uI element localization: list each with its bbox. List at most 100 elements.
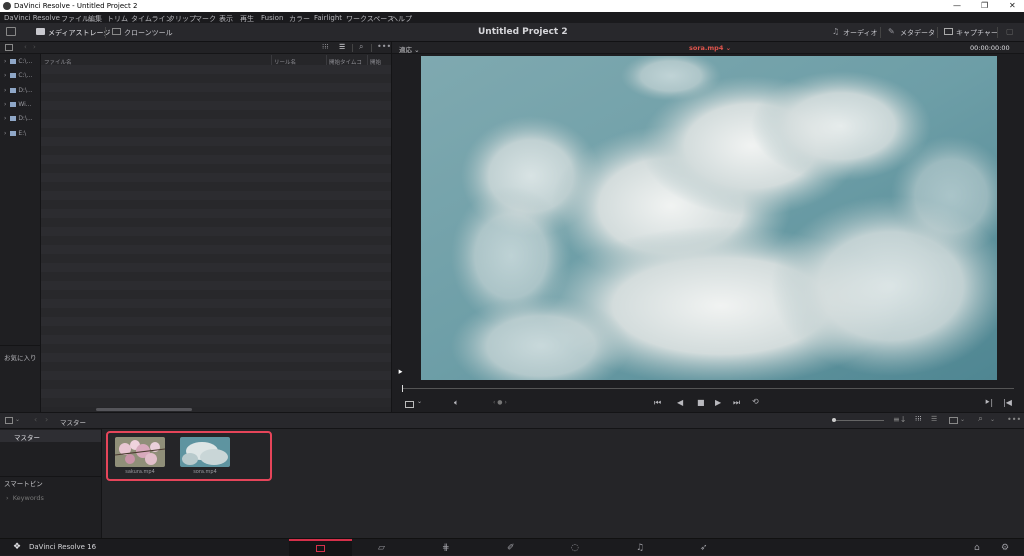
metadata-button[interactable]: メタデータ xyxy=(900,28,935,38)
forward-icon[interactable]: › xyxy=(33,43,36,51)
volume-icon[interactable]: 🔈︎ xyxy=(454,398,459,408)
table-row xyxy=(41,200,391,209)
clip-thumbnail-sakura[interactable]: sakura.mp4 xyxy=(114,437,166,475)
table-row xyxy=(41,398,391,407)
page-media-tab[interactable] xyxy=(289,539,352,556)
smart-bins-label: スマートビン xyxy=(4,480,43,488)
color-page-icon[interactable]: ◌ xyxy=(571,543,579,553)
loop-icon[interactable]: ⟲ xyxy=(752,397,759,406)
table-row xyxy=(41,146,391,155)
chevron-down-icon[interactable]: ⌄ xyxy=(15,416,20,423)
horizontal-scrollbar[interactable] xyxy=(96,408,192,411)
metadata-view-icon[interactable] xyxy=(949,417,958,424)
bin-item-master[interactable]: マスター xyxy=(0,430,101,442)
drive-item[interactable]: › D:\... xyxy=(4,87,33,94)
project-title: Untitled Project 2 xyxy=(478,27,568,37)
back-icon[interactable]: ‹ xyxy=(34,415,37,424)
slider-knob[interactable] xyxy=(832,418,836,422)
chevron-down-icon[interactable]: ⌄ xyxy=(990,416,995,423)
jump-start-icon[interactable]: ⏮︎ xyxy=(654,398,661,408)
audio-icon: ♫ xyxy=(832,27,840,36)
more-options-icon[interactable]: ••• xyxy=(377,42,391,51)
play-icon[interactable]: ▶︎ xyxy=(715,398,721,407)
table-row xyxy=(41,236,391,245)
clip-name-dropdown[interactable]: sora.mp4 ⌄ xyxy=(689,44,731,52)
clone-tool-button[interactable]: クローンツール xyxy=(124,28,173,38)
back-icon[interactable]: ‹ xyxy=(24,43,27,51)
thumbnail-view-icon[interactable]: ⁝⁝⁝ xyxy=(915,415,922,423)
capture-icon xyxy=(944,28,953,35)
chevron-down-icon[interactable]: ⌄ xyxy=(417,398,422,405)
menu-davinci[interactable]: DaVinci Resolve xyxy=(4,14,60,22)
mark-out-icon[interactable]: |◀︎ xyxy=(1003,398,1012,407)
viewer-options-icon[interactable] xyxy=(405,401,414,408)
bin-item-keywords[interactable]: › Keywords xyxy=(6,494,44,502)
table-row xyxy=(41,263,391,272)
table-row xyxy=(41,245,391,254)
media-storage-button[interactable]: メディアストレージ xyxy=(48,28,110,38)
list-view-icon[interactable]: ☰ xyxy=(339,43,345,51)
drive-item[interactable]: › C:\... xyxy=(4,58,32,65)
menu-fusion[interactable]: Fusion xyxy=(261,14,283,22)
fairlight-page-icon[interactable]: ♫ xyxy=(636,543,644,553)
davinci-logo-icon xyxy=(3,2,11,10)
bin-list-toggle-icon[interactable] xyxy=(5,417,13,424)
maximize-button[interactable]: ❐ xyxy=(981,1,988,10)
close-button[interactable]: ✕ xyxy=(1009,1,1016,10)
mark-in-icon[interactable]: ⯈| xyxy=(984,398,993,408)
table-row xyxy=(41,83,391,92)
bin-path: マスター xyxy=(60,419,86,427)
drive-item[interactable]: › C:\... xyxy=(4,72,32,79)
capture-button[interactable]: キャプチャー xyxy=(956,28,998,38)
scrubber-track[interactable] xyxy=(402,388,1014,389)
thumbnail-size-slider[interactable] xyxy=(834,420,884,421)
drive-item[interactable]: › E:\ xyxy=(4,130,26,137)
table-row xyxy=(41,353,391,362)
settings-gear-icon[interactable]: ⚙ xyxy=(1001,543,1009,553)
playhead[interactable] xyxy=(402,385,403,392)
more-options-icon[interactable]: ••• xyxy=(1007,415,1021,424)
table-row xyxy=(41,74,391,83)
menu-bar: DaVinci Resolve ファイル 編集 トリム タイムライン クリップ … xyxy=(0,12,1024,23)
jog-icon[interactable]: ‹ ● › xyxy=(493,399,507,406)
sort-icon[interactable]: ≡↓ xyxy=(893,415,906,424)
audio-button[interactable]: オーディオ xyxy=(843,28,878,38)
table-row xyxy=(41,308,391,317)
davinci-logo-icon: ❖ xyxy=(13,542,22,552)
search-icon[interactable]: ⌕ xyxy=(978,414,983,424)
sidebar-toggle-icon[interactable] xyxy=(5,44,13,51)
timecode: 00:00:00:00 xyxy=(970,44,1010,52)
stop-icon[interactable]: ■ xyxy=(697,398,705,407)
clip-thumbnail-sora[interactable]: sora.mp4 xyxy=(180,437,230,475)
media-page-icon xyxy=(316,545,325,552)
thumbnail-view-icon[interactable]: ⁝⁝⁝ xyxy=(322,43,329,51)
home-icon[interactable]: ⌂ xyxy=(974,543,980,553)
list-view-icon[interactable]: ☰ xyxy=(931,415,937,423)
minimize-button[interactable]: — xyxy=(953,1,961,10)
drive-item[interactable]: › D:\... xyxy=(4,115,33,122)
panel-toggle-icon[interactable] xyxy=(6,27,16,36)
clip-name: sora.mp4 xyxy=(193,469,217,475)
table-row xyxy=(41,110,391,119)
table-row xyxy=(41,254,391,263)
edit-page-icon[interactable]: ⋕ xyxy=(442,543,450,553)
viewer-mark-icon[interactable]: ⯈ xyxy=(397,368,403,378)
chat-icon[interactable]: ▢ xyxy=(1006,27,1014,36)
window-titlebar: DaVinci Resolve - Untitled Project 2 — ❐… xyxy=(0,0,1024,12)
deliver-page-icon[interactable]: ➶ xyxy=(700,543,708,553)
media-storage-icon xyxy=(36,28,45,35)
fusion-page-icon[interactable]: ✐ xyxy=(507,543,515,553)
jump-end-icon[interactable]: ⏭︎ xyxy=(733,398,740,408)
clouds-thumbnail-icon xyxy=(180,437,230,467)
menu-fairlight[interactable]: Fairlight xyxy=(314,14,342,22)
video-frame-clouds xyxy=(421,56,997,380)
search-icon[interactable]: ⌕ xyxy=(359,42,363,52)
drive-item[interactable]: › Wi... xyxy=(4,101,32,108)
cherry-blossom-thumbnail-icon xyxy=(114,437,166,467)
zoom-dropdown[interactable]: 適応 ⌄ xyxy=(399,44,420,54)
forward-icon[interactable]: › xyxy=(45,415,48,424)
chevron-down-icon[interactable]: ⌄ xyxy=(960,416,965,423)
play-reverse-icon[interactable]: ◀︎ xyxy=(677,398,683,407)
table-row xyxy=(41,101,391,110)
cut-page-icon[interactable]: ▱ xyxy=(378,543,385,553)
